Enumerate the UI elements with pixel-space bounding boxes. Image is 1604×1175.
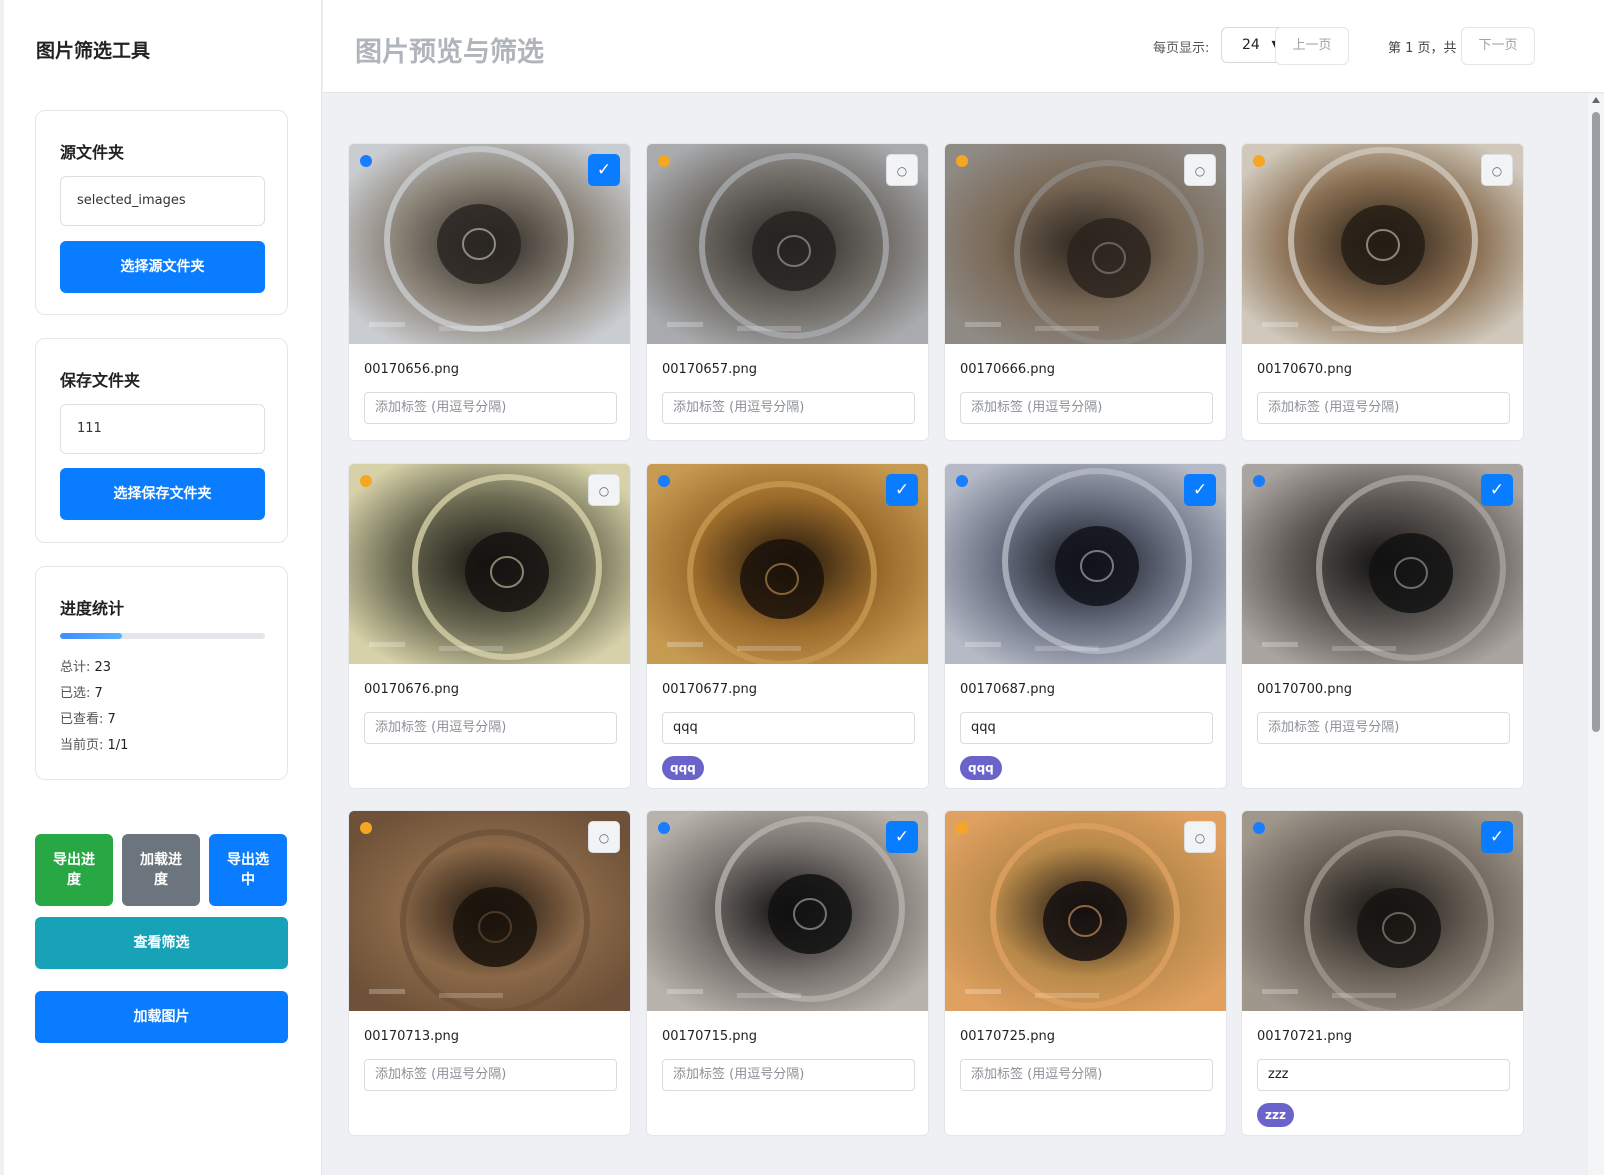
page-title: 图片预览与筛选 (355, 37, 544, 68)
file-name: 00170677.png (662, 682, 758, 697)
unchecked-circle-icon[interactable]: ○ (1481, 154, 1513, 186)
file-name: 00170666.png (960, 362, 1056, 377)
status-dot (658, 155, 670, 167)
tag-input[interactable]: 添加标签 (用逗号分隔) (1257, 392, 1510, 424)
unchecked-circle-icon[interactable]: ○ (886, 154, 918, 186)
progress-stats-title: 进度统计 (60, 599, 125, 618)
image-card[interactable]: ○ 00170676.png 添加标签 (用逗号分隔) (348, 463, 631, 789)
file-name: 00170670.png (1257, 362, 1353, 377)
status-dot (956, 155, 968, 167)
stat-total: 总计: 23 (60, 660, 112, 675)
image-card[interactable]: ○ 00170725.png 添加标签 (用逗号分隔) (944, 810, 1227, 1136)
status-dot (1253, 475, 1265, 487)
file-name: 00170687.png (960, 682, 1056, 697)
checkmark-icon[interactable]: ✓ (886, 821, 918, 853)
scroll-up-arrow-icon[interactable] (1592, 97, 1600, 103)
tag-input[interactable]: zzz (1257, 1059, 1510, 1091)
image-card[interactable]: ✓ 00170656.png 添加标签 (用逗号分隔) (348, 143, 631, 441)
checkmark-icon[interactable]: ✓ (1184, 474, 1216, 506)
save-folder-path: 111 (60, 404, 265, 454)
checkmark-icon[interactable]: ✓ (1481, 474, 1513, 506)
image-card[interactable]: ✓ 00170700.png 添加标签 (用逗号分隔) (1241, 463, 1524, 789)
tag-input[interactable]: 添加标签 (用逗号分隔) (364, 1059, 617, 1091)
image-card[interactable]: ✓ 00170721.png zzz zzz (1241, 810, 1524, 1136)
save-folder-title: 保存文件夹 (60, 371, 141, 390)
select-source-folder-button[interactable]: 选择源文件夹 (60, 241, 265, 293)
unchecked-circle-icon[interactable]: ○ (1184, 154, 1216, 186)
tag-input[interactable]: 添加标签 (用逗号分隔) (960, 1059, 1213, 1091)
tag-input[interactable]: qqq (662, 712, 915, 744)
source-folder-title: 源文件夹 (60, 143, 125, 162)
tag-chip[interactable]: qqq (662, 756, 704, 780)
file-name: 00170676.png (364, 682, 460, 697)
tag-input[interactable]: 添加标签 (用逗号分隔) (662, 1059, 915, 1091)
status-dot (956, 475, 968, 487)
tag-input[interactable]: 添加标签 (用逗号分隔) (662, 392, 915, 424)
source-folder-path: selected_images (60, 176, 265, 226)
source-folder-panel: 源文件夹 selected_images 选择源文件夹 (35, 110, 288, 315)
status-dot (1253, 822, 1265, 834)
grid-scrollbar[interactable] (1588, 94, 1604, 1175)
load-images-button[interactable]: 加载图片 (35, 991, 288, 1043)
load-progress-button[interactable]: 加载进度 (122, 834, 200, 906)
unchecked-circle-icon[interactable]: ○ (1184, 821, 1216, 853)
unchecked-circle-icon[interactable]: ○ (588, 821, 620, 853)
status-dot (360, 822, 372, 834)
file-name: 00170713.png (364, 1029, 460, 1044)
app-title: 图片筛选工具 (36, 40, 151, 62)
image-card[interactable]: ○ 00170713.png 添加标签 (用逗号分隔) (348, 810, 631, 1136)
tag-chip[interactable]: zzz (1257, 1103, 1294, 1127)
progress-stats-panel: 进度统计 总计: 23 已选: 7 已查看: 7 当前页: 1/1 (35, 566, 288, 780)
save-folder-panel: 保存文件夹 111 选择保存文件夹 (35, 338, 288, 543)
tag-input[interactable]: 添加标签 (用逗号分隔) (1257, 712, 1510, 744)
per-page-value: 24 (1242, 37, 1260, 53)
file-name: 00170725.png (960, 1029, 1056, 1044)
image-card[interactable]: ○ 00170666.png 添加标签 (用逗号分隔) (944, 143, 1227, 441)
status-dot (360, 155, 372, 167)
file-name: 00170657.png (662, 362, 758, 377)
tag-input[interactable]: qqq (960, 712, 1213, 744)
tag-input[interactable]: 添加标签 (用逗号分隔) (364, 712, 617, 744)
scrollbar-thumb[interactable] (1592, 112, 1600, 732)
view-filter-button[interactable]: 查看筛选 (35, 917, 288, 969)
file-name: 00170715.png (662, 1029, 758, 1044)
sidebar: 图片筛选工具 源文件夹 selected_images 选择源文件夹 保存文件夹… (4, 0, 322, 1175)
tag-input[interactable]: 添加标签 (用逗号分隔) (960, 392, 1213, 424)
file-name: 00170721.png (1257, 1029, 1353, 1044)
progress-bar (60, 633, 265, 639)
select-save-folder-button[interactable]: 选择保存文件夹 (60, 468, 265, 520)
image-card[interactable]: ○ 00170657.png 添加标签 (用逗号分隔) (646, 143, 929, 441)
per-page-label: 每页显示: (1153, 41, 1210, 56)
checkmark-icon[interactable]: ✓ (1481, 821, 1513, 853)
stat-viewed: 已查看: 7 (60, 712, 116, 727)
stat-selected: 已选: 7 (60, 686, 103, 701)
status-dot (956, 822, 968, 834)
image-card[interactable]: ✓ 00170677.png qqq qqq (646, 463, 929, 789)
unchecked-circle-icon[interactable]: ○ (588, 474, 620, 506)
next-page-button[interactable]: 下一页 (1461, 27, 1535, 65)
status-dot (658, 475, 670, 487)
image-card[interactable]: ✓ 00170687.png qqq qqq (944, 463, 1227, 789)
checkmark-icon[interactable]: ✓ (588, 154, 620, 186)
tag-input[interactable]: 添加标签 (用逗号分隔) (364, 392, 617, 424)
status-dot (360, 475, 372, 487)
prev-page-button[interactable]: 上一页 (1275, 27, 1349, 65)
stat-current-page: 当前页: 1/1 (60, 738, 129, 753)
image-card[interactable]: ○ 00170670.png 添加标签 (用逗号分隔) (1241, 143, 1524, 441)
export-selected-button[interactable]: 导出选中 (209, 834, 287, 906)
status-dot (658, 822, 670, 834)
file-name: 00170700.png (1257, 682, 1353, 697)
file-name: 00170656.png (364, 362, 460, 377)
export-progress-button[interactable]: 导出进度 (35, 834, 113, 906)
tag-chip[interactable]: qqq (960, 756, 1002, 780)
image-card[interactable]: ✓ 00170715.png 添加标签 (用逗号分隔) (646, 810, 929, 1136)
image-grid: ✓ 00170656.png 添加标签 (用逗号分隔) ○ 00170657.png 添加… (323, 94, 1579, 1175)
header: 图片预览与筛选 每页显示: 24 ▼ 上一页 第 1 页，共 1 页 下一页 (323, 0, 1604, 93)
progress-bar-fill (60, 633, 122, 639)
status-dot (1253, 155, 1265, 167)
checkmark-icon[interactable]: ✓ (886, 474, 918, 506)
